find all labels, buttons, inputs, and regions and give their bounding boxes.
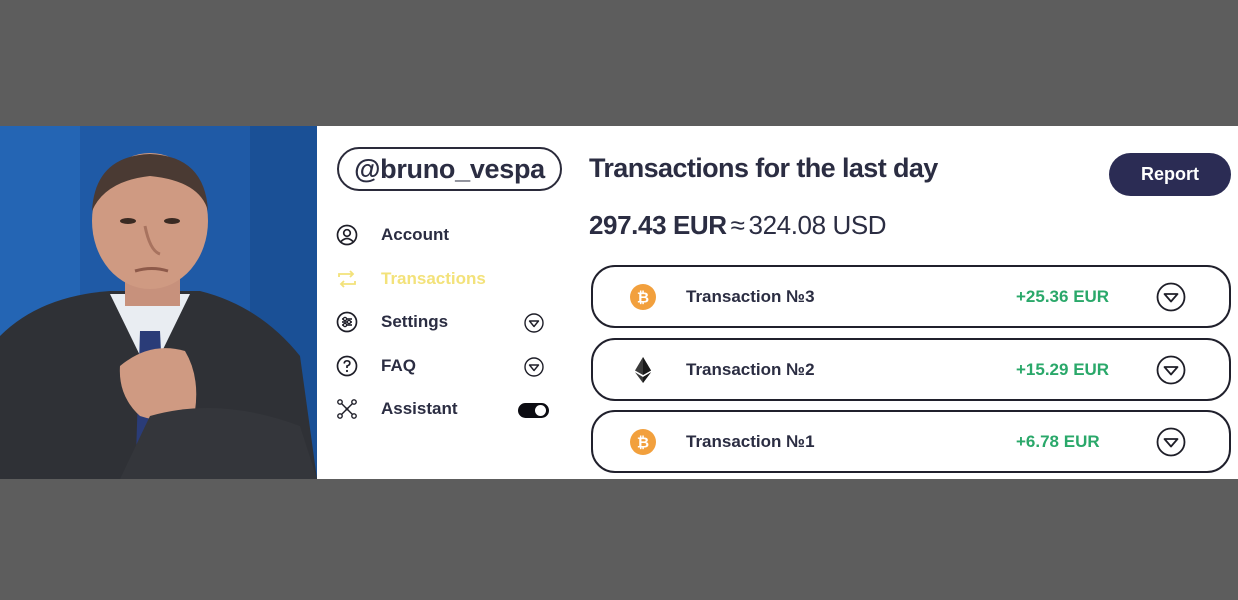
presenter-photo: [0, 126, 317, 479]
bitcoin-icon: ₿: [630, 429, 656, 455]
menu-label-faq: FAQ: [381, 356, 416, 375]
bitcoin-icon: ₿: [630, 284, 656, 310]
menu-label-transactions: Transactions: [381, 269, 486, 288]
transaction-amount: +15.29 EUR: [1016, 360, 1110, 379]
chevron-down-icon[interactable]: [1156, 427, 1186, 457]
svg-text:₿: ₿: [637, 434, 649, 452]
sliders-icon: [336, 311, 358, 333]
user-handle: @bruno_vespa: [354, 153, 545, 184]
total-usd: 324.08 USD: [748, 210, 887, 240]
user-circle-icon: [336, 224, 358, 246]
menu-item-faq[interactable]: FAQ: [335, 353, 560, 379]
chevron-down-icon[interactable]: [523, 312, 545, 334]
total-eur: 297.43 EUR: [589, 210, 727, 240]
menu-label-settings: Settings: [381, 312, 449, 331]
chevron-down-icon[interactable]: [523, 356, 545, 378]
chevron-down-icon[interactable]: [1156, 282, 1186, 312]
page-title: Transactions for the last day: [589, 153, 938, 183]
promo-banner: @bruno_vespa Account Transactions Settin…: [0, 126, 1238, 479]
toggle-knob: [535, 405, 546, 416]
transaction-row[interactable]: ₿ Transaction №3 +25.36 EUR: [591, 265, 1231, 328]
transaction-row[interactable]: ₿ Transaction №1 +6.78 EUR: [591, 410, 1231, 473]
total-balance: 297.43 EUR ≈324.08 USD: [589, 210, 887, 241]
menu-item-settings[interactable]: Settings: [335, 309, 560, 335]
transaction-name: Transaction №3: [686, 287, 815, 306]
transaction-name: Transaction №1: [686, 432, 815, 451]
menu-label-account: Account: [381, 225, 449, 244]
user-handle-pill[interactable]: @bruno_vespa: [337, 147, 562, 191]
approx-symbol: ≈: [730, 210, 745, 240]
transaction-amount: +6.78 EUR: [1016, 432, 1100, 451]
menu-label-assistant: Assistant: [381, 399, 458, 418]
transaction-name: Transaction №2: [686, 360, 815, 379]
menu-item-account[interactable]: Account: [335, 222, 560, 248]
question-circle-icon: [336, 355, 358, 377]
transaction-row[interactable]: Transaction №2 +15.29 EUR: [591, 338, 1231, 401]
assistant-toggle[interactable]: [518, 403, 549, 418]
report-button[interactable]: Report: [1109, 153, 1231, 196]
menu-item-transactions[interactable]: Transactions: [335, 266, 560, 292]
transaction-amount: +25.36 EUR: [1016, 287, 1110, 306]
network-nodes-icon: [337, 399, 357, 419]
chevron-down-icon[interactable]: [1156, 355, 1186, 385]
menu-item-assistant[interactable]: Assistant: [335, 396, 560, 422]
ethereum-icon: [635, 357, 651, 383]
svg-text:₿: ₿: [637, 289, 649, 307]
repeat-arrows-icon: [338, 270, 356, 288]
